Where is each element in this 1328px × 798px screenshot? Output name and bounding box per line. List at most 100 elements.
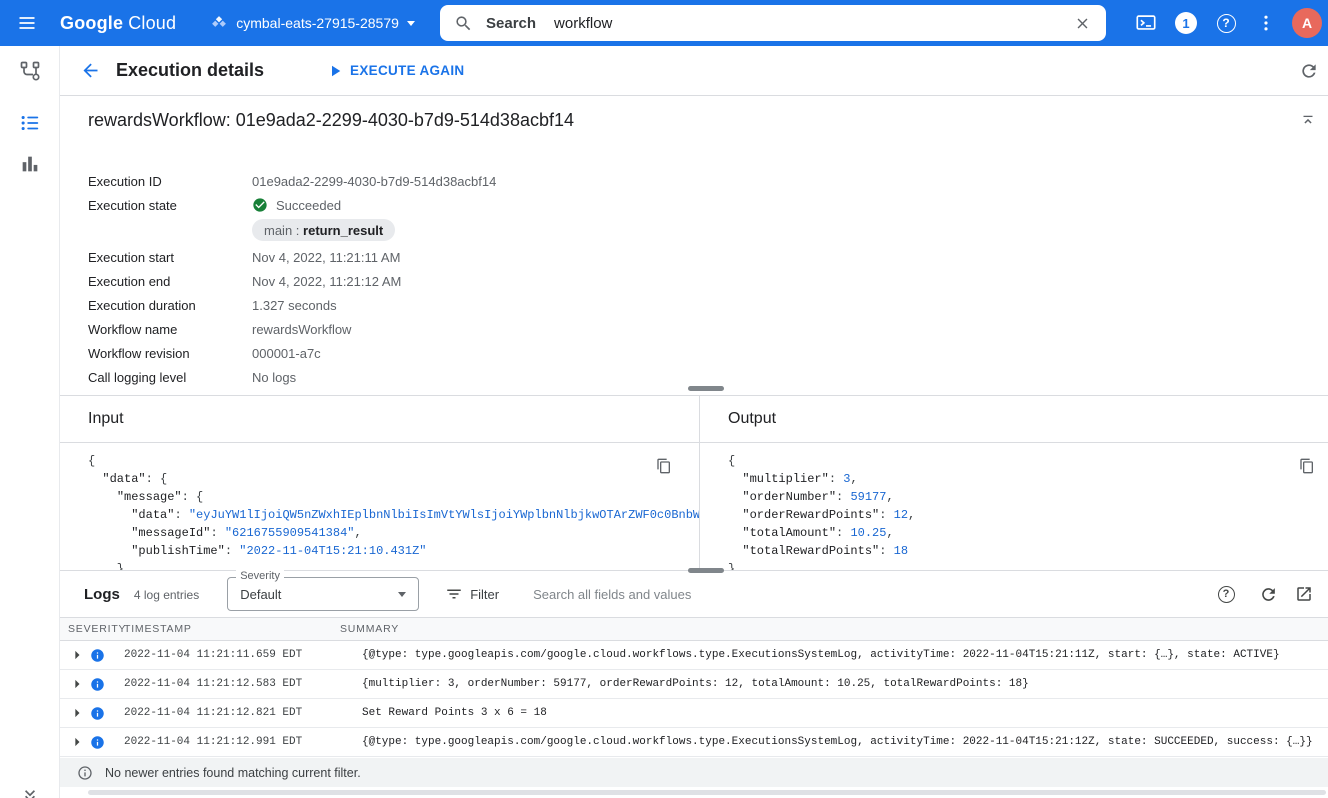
double-chevron-down-icon [20, 786, 40, 798]
clear-search-button[interactable] [1068, 9, 1096, 37]
hamburger-menu-button[interactable] [0, 0, 54, 46]
log-summary: {@type: type.googleapis.com/google.cloud… [362, 736, 1328, 748]
severity-select[interactable]: Severity Default [227, 577, 419, 611]
logs-title: Logs [84, 586, 120, 603]
code-line: "data": "eyJuYW1lIjoiQW5nZWxhIEplbnNlbiI… [88, 506, 699, 524]
help-icon: ? [1218, 586, 1235, 603]
account-avatar[interactable]: A [1292, 8, 1322, 38]
expand-arrow-icon[interactable] [66, 703, 88, 723]
code-line: "orderNumber": 59177, [728, 488, 1328, 506]
execution-title: rewardsWorkflow: 01e9ada2-2299-4030-b7d9… [88, 110, 574, 131]
execution-field-row: Execution duration1.327 seconds [88, 293, 1304, 317]
log-row[interactable]: 2022-11-04 11:21:12.991 EDT {@type: type.… [60, 728, 1328, 757]
logs-entry-count: 4 log entries [134, 588, 199, 602]
logs-search-input[interactable] [533, 587, 1214, 602]
severity-info-icon [88, 648, 106, 663]
expand-arrow-icon[interactable] [66, 645, 88, 665]
horizontal-scrollbar[interactable] [88, 790, 1326, 795]
code-line: } [88, 560, 699, 570]
workflow-step-chip[interactable]: main : return_result [252, 219, 395, 241]
execution-field-row: Workflow namerewardsWorkflow [88, 317, 1304, 341]
logs-refresh-button[interactable] [1250, 576, 1286, 612]
refresh-icon [1299, 61, 1319, 81]
sidebar-item-workflows[interactable] [0, 47, 59, 95]
log-row[interactable]: 2022-11-04 11:21:12.821 EDTSet Reward Po… [60, 699, 1328, 728]
code-line: "publishTime": "2022-11-04T15:21:10.431Z… [88, 542, 699, 560]
severity-info-icon [88, 677, 106, 692]
hamburger-icon [17, 13, 37, 33]
workflows-product-icon [18, 59, 42, 83]
log-timestamp: 2022-11-04 11:21:12.991 EDT [124, 736, 322, 748]
execution-field-row: Execution stateSucceeded [88, 193, 1304, 217]
chip-result-name: return_result [303, 223, 383, 238]
execute-again-button[interactable]: EXECUTE AGAIN [326, 62, 464, 80]
output-panel: Output { "multiplier": 3, "orderNumber":… [700, 396, 1328, 570]
logo-cloud-text: Cloud [128, 13, 176, 34]
project-switcher[interactable]: cymbal-eats-27915-28579 [210, 0, 415, 46]
search-label: Search [486, 15, 536, 32]
refresh-icon [1259, 585, 1278, 604]
input-code-area: { "data": { "message": { "data": "eyJuYW… [60, 443, 699, 570]
expand-arrow-icon[interactable] [66, 732, 88, 752]
google-cloud-topbar: Google Cloud cymbal-eats-27915-28579 Sea… [0, 0, 1328, 46]
copy-output-button[interactable] [1294, 453, 1320, 479]
field-value: 000001-a7c [252, 346, 321, 361]
refresh-button[interactable] [1292, 54, 1326, 88]
help-icon: ? [1217, 14, 1236, 33]
cloud-shell-icon [1135, 12, 1157, 34]
splitter-drag-handle[interactable] [688, 386, 724, 391]
code-line: "message": { [88, 488, 699, 506]
copy-icon [656, 458, 672, 474]
execution-field-row: Workflow revision000001-a7c [88, 341, 1304, 365]
field-value: Nov 4, 2022, 11:21:11 AM [252, 250, 400, 265]
field-label: Workflow revision [88, 346, 252, 361]
code-line: "orderRewardPoints": 12, [728, 506, 1328, 524]
output-code-area: { "multiplier": 3, "orderNumber": 59177,… [700, 443, 1328, 570]
notification-count-badge: 1 [1175, 12, 1197, 34]
cloud-shell-button[interactable] [1126, 0, 1166, 46]
code-line: "multiplier": 3, [728, 470, 1328, 488]
google-cloud-logo[interactable]: Google Cloud [60, 13, 176, 34]
project-name: cymbal-eats-27915-28579 [236, 15, 399, 31]
field-value: 1.327 seconds [252, 298, 337, 313]
filter-button[interactable]: Filter [445, 585, 499, 603]
execution-fields: Execution ID01e9ada2-2299-4030-b7d9-514d… [88, 169, 1304, 389]
global-search-bar[interactable]: Search workflow [440, 5, 1106, 41]
filter-list-icon [445, 585, 463, 603]
field-label: Execution start [88, 250, 252, 265]
severity-select-label: Severity [236, 570, 284, 582]
sidebar-item-metrics[interactable] [0, 140, 59, 188]
collapse-section-button[interactable] [1292, 105, 1324, 137]
code-line: { [728, 452, 1328, 470]
bar-chart-icon [19, 153, 41, 175]
field-value: No logs [252, 370, 296, 385]
code-line: "totalAmount": 10.25, [728, 524, 1328, 542]
logs-help-button[interactable]: ? [1214, 576, 1250, 612]
log-row[interactable]: 2022-11-04 11:21:12.583 EDT{multiplier: … [60, 670, 1328, 699]
execute-again-label: EXECUTE AGAIN [350, 63, 464, 78]
splitter-drag-handle[interactable] [688, 568, 724, 573]
execution-field-row: Execution startNov 4, 2022, 11:21:11 AM [88, 245, 1304, 269]
column-header-severity: SEVERITY [68, 623, 116, 635]
open-in-new-button[interactable] [1286, 576, 1322, 612]
help-button[interactable]: ? [1206, 0, 1246, 46]
collapse-logs-panel-button[interactable] [20, 786, 40, 798]
copy-input-button[interactable] [651, 453, 677, 479]
field-label: Execution ID [88, 174, 252, 189]
logs-toolbar: Logs 4 log entries Severity Default Filt… [60, 570, 1328, 617]
page-header: Execution details EXECUTE AGAIN [60, 46, 1328, 96]
more-options-button[interactable] [1246, 0, 1286, 46]
log-row[interactable]: 2022-11-04 11:21:11.659 EDT{@type: type.… [60, 641, 1328, 670]
log-summary: {@type: type.googleapis.com/google.cloud… [362, 649, 1328, 661]
column-header-summary: SUMMARY [340, 623, 1328, 635]
field-label: Call logging level [88, 370, 252, 385]
notifications-button[interactable]: 1 [1166, 0, 1206, 46]
field-value: Succeeded [252, 197, 341, 213]
execution-field-row: Execution endNov 4, 2022, 11:21:12 AM [88, 269, 1304, 293]
expand-arrow-icon[interactable] [66, 674, 88, 694]
back-button[interactable] [70, 51, 110, 91]
play-icon [326, 62, 344, 80]
severity-info-icon [88, 706, 106, 721]
code-line: { [88, 452, 699, 470]
logs-table: SEVERITY TIMESTAMP SUMMARY 2022-11-04 11… [60, 617, 1328, 757]
